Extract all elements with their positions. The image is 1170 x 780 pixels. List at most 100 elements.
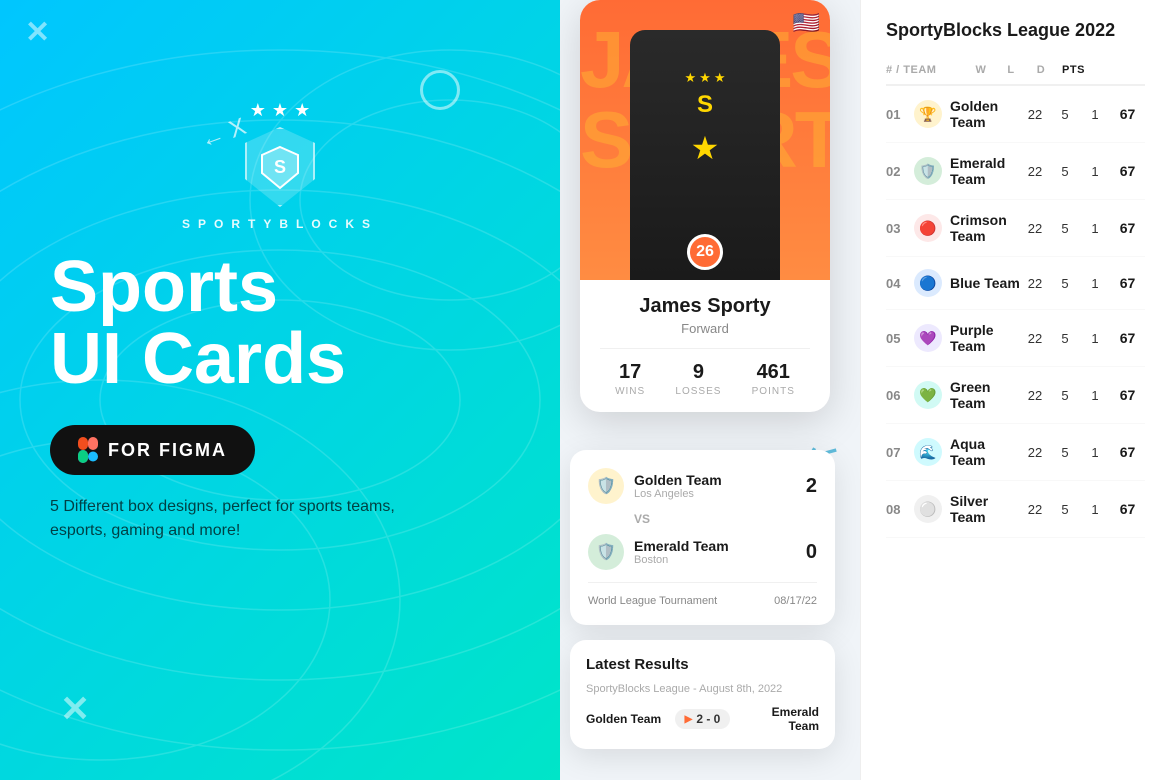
arrow-icon: ▶ [685,714,693,725]
team-num: 02 [886,164,914,179]
team-name: Crimson Team [950,212,1020,244]
team2-icon: 🛡️ [588,534,624,570]
header-num: # / TEAM [886,64,966,76]
header-l: L [996,64,1026,76]
result-score-badge: ▶ 2 - 0 [675,709,731,729]
match-date: 08/17/22 [774,595,817,607]
stat-pts: 67 [1110,275,1145,291]
subtitle-text: 5 Different box designs, perfect for spo… [50,495,430,543]
stat-d: 1 [1080,331,1110,346]
stars-row: ★ ★ ★ [250,100,310,121]
table-header: # / TEAM W L D PTS [886,56,1145,86]
team-num: 01 [886,107,914,122]
stat-d: 1 [1080,445,1110,460]
stat-l: 5 [1050,107,1080,122]
stat-d: 1 [1080,276,1110,291]
stat-w: 22 [1020,331,1050,346]
header-w: W [966,64,996,76]
results-card: Latest Results SportyBlocks League - Aug… [570,640,835,749]
vs-text: VS [634,512,650,526]
stat-pts: 67 [1110,387,1145,403]
brand-text: SPORTYBLOCKS [182,217,378,231]
teams-list: 01 🏆 Golden Team 22 5 1 67 02 🛡️ Emerald… [886,86,1145,538]
team2-row: 🛡️ Emerald Team Boston 0 [588,534,817,570]
team-badge: 🔴 [914,214,942,242]
stat-l: 5 [1050,502,1080,517]
number-badge: 26 [687,234,723,270]
main-title: Sports UI Cards [50,251,510,395]
stat-l: 5 [1050,388,1080,403]
player-position: Forward [600,321,810,336]
table-row: 08 ⚪ Silver Team 22 5 1 67 [886,481,1145,538]
team2-score: 0 [806,541,817,564]
stat-l: 5 [1050,164,1080,179]
result-team1: Golden Team [586,712,667,726]
team1-city: Los Angeles [634,488,796,500]
stat-w: 22 [1020,445,1050,460]
result-score: 2 - 0 [696,712,720,726]
team1-score: 2 [806,475,817,498]
stat-points: 461 POINTS [752,361,795,397]
team1-info: Golden Team Los Angeles [634,472,796,500]
stat-l: 5 [1050,445,1080,460]
stat-d: 1 [1080,502,1110,517]
team-badge: ⚪ [914,495,942,523]
team-num: 07 [886,445,914,460]
deco-x-bottom: ✕ [60,688,90,730]
stat-l: 5 [1050,276,1080,291]
team-name: Silver Team [950,493,1020,525]
team1-icon: 🛡️ [588,468,624,504]
team2-city: Boston [634,554,796,566]
team-badge: 🏆 [914,100,942,128]
results-title: Latest Results [586,656,819,673]
figma-icon [78,437,98,463]
team-num: 04 [886,276,914,291]
team1-name: Golden Team [634,472,796,488]
result-team2: Emerald Team [738,705,819,733]
result-row: Golden Team ▶ 2 - 0 Emerald Team [586,705,819,733]
header-pts: PTS [1056,64,1091,76]
star-1: ★ [250,100,266,121]
team-num: 06 [886,388,914,403]
stat-wins: 17 WINS [615,361,645,397]
table-row: 01 🏆 Golden Team 22 5 1 67 [886,86,1145,143]
star-2: ★ [272,100,288,121]
middle-panel: 🇺🇸 JAMESSPORT ★ ★ ★ S ★ 26 James Sporty … [560,0,860,780]
stat-w: 22 [1020,388,1050,403]
player-card: 🇺🇸 JAMESSPORT ★ ★ ★ S ★ 26 James Sporty … [580,0,830,412]
tournament-name: World League Tournament [588,595,717,607]
team-name: Blue Team [950,275,1020,291]
stat-l: 5 [1050,331,1080,346]
player-name: James Sporty [600,295,810,318]
team-badge: 💚 [914,381,942,409]
table-row: 02 🛡️ Emerald Team 22 5 1 67 [886,143,1145,200]
table-row: 03 🔴 Crimson Team 22 5 1 67 [886,200,1145,257]
table-row: 04 🔵 Blue Team 22 5 1 67 [886,257,1145,310]
team-badge: 🌊 [914,438,942,466]
team-badge: 🔵 [914,269,942,297]
league-title: SportyBlocks League 2022 [886,20,1145,41]
logo-area: ★ ★ ★ S SPORTYBLOCKS [50,100,510,231]
match-card: 🛡️ Golden Team Los Angeles 2 VS 🛡️ Emera… [570,450,835,625]
player-card-image: 🇺🇸 JAMESSPORT ★ ★ ★ S ★ 26 [580,0,830,280]
team2-info: Emerald Team Boston [634,538,796,566]
team-name: Aqua Team [950,436,1020,468]
player-stats: 17 WINS 9 LOSSES 461 POINTS [600,348,810,397]
stat-pts: 67 [1110,163,1145,179]
stat-losses: 9 LOSSES [675,361,721,397]
results-league: SportyBlocks League - August 8th, 2022 [586,683,819,695]
team1-row: 🛡️ Golden Team Los Angeles 2 [588,468,817,504]
stat-w: 22 [1020,221,1050,236]
stat-w: 22 [1020,107,1050,122]
team-name: Green Team [950,379,1020,411]
team-num: 03 [886,221,914,236]
stat-d: 1 [1080,221,1110,236]
team-name: Golden Team [950,98,1020,130]
team2-name: Emerald Team [634,538,796,554]
table-row: 07 🌊 Aqua Team 22 5 1 67 [886,424,1145,481]
team-name: Emerald Team [950,155,1020,187]
vs-row: VS [588,504,817,534]
stat-d: 1 [1080,164,1110,179]
team-num: 05 [886,331,914,346]
figma-badge[interactable]: FOR FIGMA [50,425,255,475]
